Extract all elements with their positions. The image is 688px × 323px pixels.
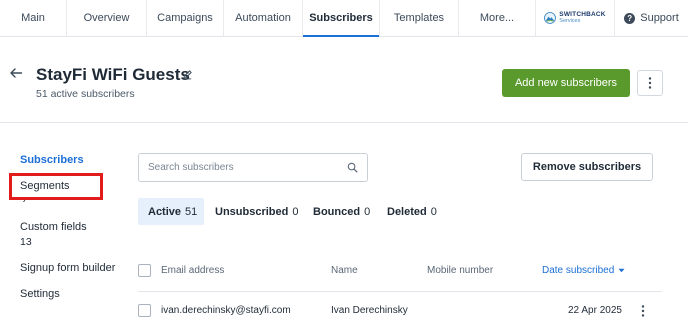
table-header-divider xyxy=(138,291,662,292)
back-arrow-icon[interactable] xyxy=(9,66,23,80)
tab-label: Main xyxy=(21,12,45,24)
filter-active[interactable]: Active 51 xyxy=(138,198,204,225)
logo-mountain-icon xyxy=(544,12,557,24)
tab-label: Templates xyxy=(393,12,445,24)
column-header-mobile[interactable]: Mobile number xyxy=(427,265,493,276)
add-new-subscribers-button[interactable]: Add new subscribers xyxy=(502,69,630,97)
search-icon[interactable] xyxy=(347,162,358,173)
tab-label: Subscribers xyxy=(309,12,373,24)
sidebar-item-label: Settings xyxy=(20,288,60,300)
support-link[interactable]: ? Support xyxy=(615,0,688,36)
search-box xyxy=(138,153,368,182)
row-date-subscribed: 22 Apr 2025 xyxy=(568,305,622,316)
remove-subscribers-button[interactable]: Remove subscribers xyxy=(521,153,653,181)
top-nav: Main Overview Campaigns Automation Subsc… xyxy=(0,0,688,37)
tab-subscribers[interactable]: Subscribers xyxy=(303,0,380,37)
filter-unsubscribed[interactable]: Unsubscribed 0 xyxy=(205,198,308,225)
tab-more[interactable]: More... xyxy=(459,0,536,36)
search-input[interactable] xyxy=(139,154,339,181)
tab-main[interactable]: Main xyxy=(0,0,67,36)
column-header-label: Date subscribed xyxy=(542,265,615,276)
sort-descending-icon xyxy=(618,268,625,273)
tab-label: More... xyxy=(479,12,515,24)
filter-label: Unsubscribed xyxy=(215,205,289,218)
sidebar-item-label: Signup form builder xyxy=(20,262,116,274)
page-title: StayFi WiFi Guests xyxy=(36,65,190,84)
filter-count: 0 xyxy=(292,205,299,218)
tab-templates[interactable]: Templates xyxy=(380,0,459,36)
column-header-name[interactable]: Name xyxy=(331,265,358,276)
filter-label: Bounced xyxy=(313,205,361,218)
row-actions-kebab-icon[interactable] xyxy=(638,304,648,318)
filter-count: 51 xyxy=(185,205,198,218)
column-header-email[interactable]: Email address xyxy=(161,265,224,276)
select-all-checkbox[interactable] xyxy=(138,264,151,277)
tab-label: Overview xyxy=(83,12,130,24)
sidebar-item-label: Segments xyxy=(20,180,70,192)
sidebar-item-label: Custom fields xyxy=(20,221,87,233)
sidebar-item-signup-form-builder[interactable]: Signup form builder xyxy=(20,262,115,274)
brand-logo[interactable]: SWITCHBACK Services xyxy=(536,0,615,36)
filter-count: 0 xyxy=(364,205,371,218)
sidebar-item-segments[interactable]: Segments xyxy=(20,180,70,192)
row-email[interactable]: ivan.derechinsky@stayfi.com xyxy=(161,305,291,316)
support-label: Support xyxy=(640,12,679,24)
filter-bounced[interactable]: Bounced 0 xyxy=(303,198,380,225)
kebab-menu-icon xyxy=(648,77,652,89)
header-divider xyxy=(0,122,688,123)
sidebar-item-settings[interactable]: Settings xyxy=(20,288,60,300)
filter-deleted[interactable]: Deleted 0 xyxy=(377,198,447,225)
tab-label: Campaigns xyxy=(157,12,213,24)
filter-label: Deleted xyxy=(387,205,427,218)
switchback-logo: SWITCHBACK Services xyxy=(544,11,606,24)
tab-automation[interactable]: Automation xyxy=(224,0,303,36)
column-header-date-subscribed[interactable]: Date subscribed xyxy=(542,265,625,276)
sidebar-item-label: Subscribers xyxy=(20,154,84,166)
tab-label: Automation xyxy=(235,12,291,24)
segments-count: 2 xyxy=(20,196,26,202)
app-root: Main Overview Campaigns Automation Subsc… xyxy=(0,0,688,323)
sidebar-item-custom-fields[interactable]: Custom fields xyxy=(20,221,87,233)
more-options-button[interactable] xyxy=(637,70,663,96)
tab-overview[interactable]: Overview xyxy=(67,0,147,36)
custom-fields-count: 13 xyxy=(20,236,32,248)
edit-pencil-icon[interactable] xyxy=(182,69,193,80)
sidebar-item-subscribers[interactable]: Subscribers xyxy=(20,154,84,166)
active-subscriber-count: 51 active subscribers xyxy=(36,88,135,100)
filter-count: 0 xyxy=(430,205,437,218)
help-icon: ? xyxy=(624,12,636,24)
filter-label: Active xyxy=(148,205,182,218)
brand-tagline: Services xyxy=(559,17,581,24)
row-name: Ivan Derechinsky xyxy=(331,305,408,316)
tab-campaigns[interactable]: Campaigns xyxy=(147,0,224,36)
row-checkbox[interactable] xyxy=(138,304,151,317)
